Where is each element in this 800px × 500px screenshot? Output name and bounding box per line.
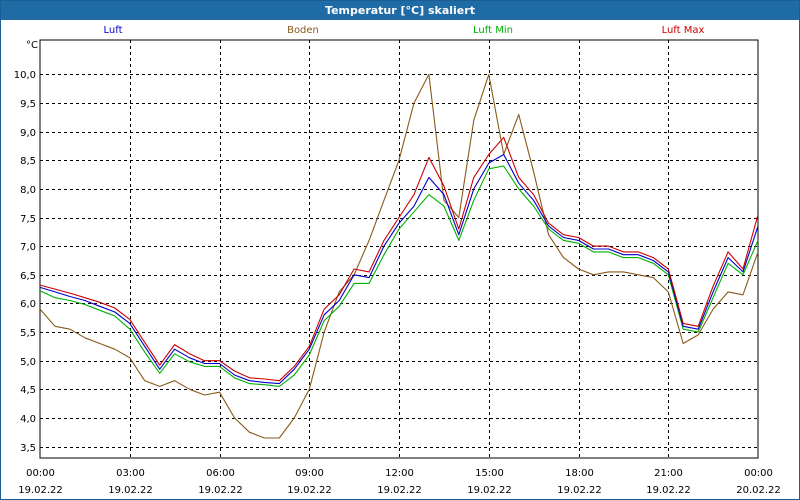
x-tick-date-label: 20.02.22 [736, 485, 781, 496]
x-tick-date-label: 19.02.22 [557, 485, 602, 496]
x-tick-date-label: 19.02.22 [467, 485, 512, 496]
y-tick-label: 8,5 [20, 156, 36, 167]
y-tick-label: 6,5 [20, 271, 36, 282]
y-axis-unit-label: °C [26, 40, 38, 51]
x-tick-time-label: 09:00 [295, 468, 324, 479]
y-axis: 3,5 4,0 4,5 5,0 5,5 6,0 6,5 7,0 7,5 8,0 8,5 9,0 9,5 1… [14, 70, 36, 454]
x-tick-date-label: 19.02.22 [108, 485, 153, 496]
legend-entry-luft-max: Luft Max [662, 25, 705, 36]
x-tick-time-label: 15:00 [475, 468, 504, 479]
x-tick-time-label: 21:00 [654, 468, 683, 479]
y-tick-label: 9,5 [20, 99, 36, 110]
x-tick-time-label: 12:00 [385, 468, 414, 479]
y-tick-label: 10,0 [14, 70, 36, 81]
x-tick-date-label: 19.02.22 [377, 485, 422, 496]
y-tick-label: 7,5 [20, 214, 36, 225]
x-tick-time-label: 06:00 [206, 468, 235, 479]
grid [40, 40, 758, 458]
x-tick-date-label: 19.02.22 [287, 485, 332, 496]
y-tick-label: 6,0 [20, 299, 36, 310]
y-tick-label: 5,0 [20, 357, 36, 368]
y-tick-label: 5,5 [20, 328, 36, 339]
legend: Luft Boden Luft Min Luft Max [104, 25, 705, 36]
x-tick-date-label: 19.02.22 [18, 485, 63, 496]
temperature-chart: Luft Boden Luft Min Luft Max 3,5 4,0 4,5 5,0 5,… [14, 25, 781, 496]
y-tick-label: 4,5 [20, 385, 36, 396]
y-tick-label: 3,5 [20, 443, 36, 454]
legend-entry-luft-min: Luft Min [473, 25, 513, 36]
x-axis: 00:00 19.02.22 03:00 19.02.22 06:00 19.02.22 0… [18, 468, 781, 496]
y-tick-label: 4,0 [20, 414, 36, 425]
y-tick-label: 7,0 [20, 242, 36, 253]
x-tick-time-label: 18:00 [565, 468, 594, 479]
y-tick-label: 9,0 [20, 128, 36, 139]
x-tick-date-label: 19.02.22 [198, 485, 243, 496]
legend-entry-boden: Boden [287, 25, 319, 36]
x-tick-time-label: 00:00 [26, 468, 55, 479]
x-tick-time-label: 00:00 [744, 468, 773, 479]
x-tick-time-label: 03:00 [116, 468, 145, 479]
legend-entry-luft: Luft [104, 25, 123, 36]
y-tick-label: 8,0 [20, 185, 36, 196]
x-tick-date-label: 19.02.22 [646, 485, 691, 496]
